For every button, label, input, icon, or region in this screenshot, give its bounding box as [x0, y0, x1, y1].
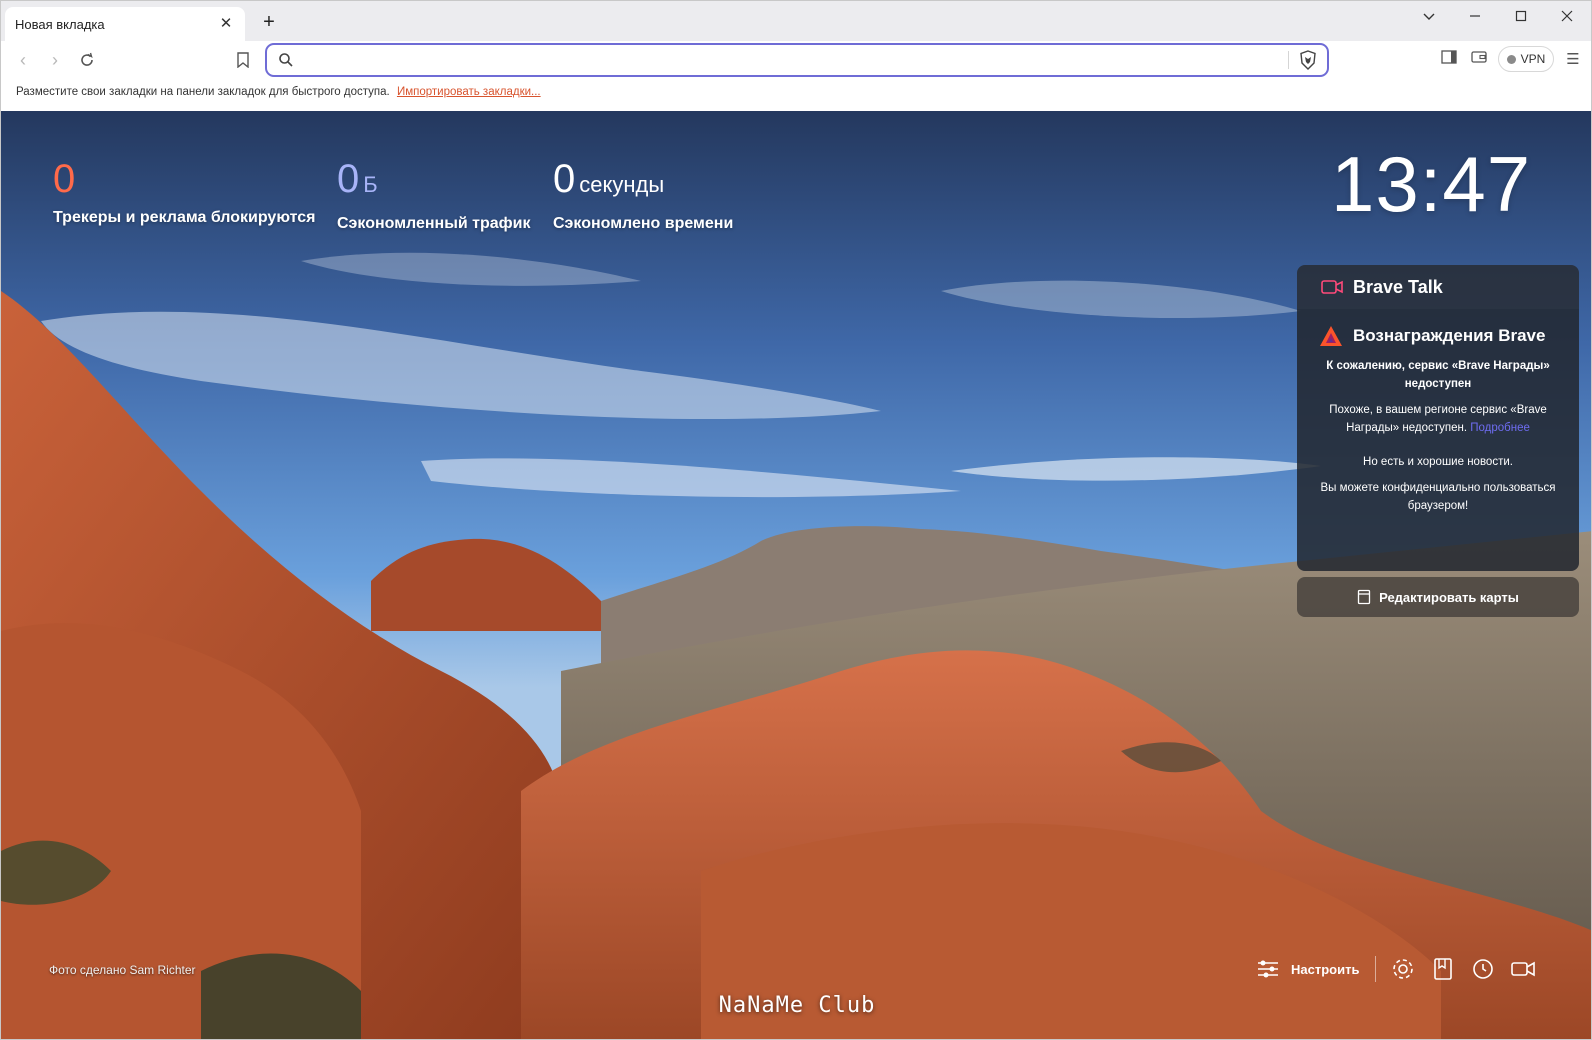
stat-trackers: 0 Трекеры и реклама блокируются — [53, 155, 315, 227]
browser-window: Новая вкладка ✕ + ‹ › VPN ☰ Разместите с… — [0, 0, 1592, 1040]
stat-bandwidth: 0Б Сэкономленный трафик — [337, 155, 531, 233]
address-input[interactable] — [303, 49, 1223, 71]
photo-credit[interactable]: Фото сделано Sam Richter — [49, 963, 196, 977]
main-menu-icon[interactable]: ☰ — [1561, 49, 1585, 71]
stat-bandwidth-value: 0 — [337, 157, 360, 201]
vpn-button[interactable]: VPN — [1498, 46, 1554, 72]
back-button[interactable]: ‹ — [9, 47, 37, 73]
background-photo — [1, 111, 1591, 1039]
stat-time: 0 секунды Сэкономлено времени — [553, 155, 733, 233]
watermark-logo: NaNaMe Club — [718, 993, 876, 1018]
stat-trackers-value: 0 — [53, 157, 76, 201]
brave-talk-video-icon[interactable] — [1510, 956, 1536, 982]
brave-rewards-card: Вознаграждения Brave К сожалению, сервис… — [1297, 309, 1579, 571]
rewards-private-text: Вы можете конфиденциально пользоваться б… — [1320, 482, 1556, 512]
rewards-header: Вознаграждения Brave — [1311, 325, 1565, 347]
bat-triangle-icon — [1320, 326, 1342, 346]
bookmarks-bar: Разместите свои закладки на панели закла… — [1, 79, 1591, 111]
customize-button[interactable]: Настроить — [1257, 956, 1377, 982]
bookmarks-hint: Разместите свои закладки на панели закла… — [16, 86, 390, 98]
rewards-title: Вознаграждения Brave — [1353, 326, 1546, 345]
edit-cards-button[interactable]: Редактировать карты — [1297, 577, 1579, 617]
tab-search-chevron-icon[interactable] — [1409, 5, 1449, 31]
forward-button[interactable]: › — [41, 47, 69, 73]
sliders-icon — [1258, 960, 1278, 978]
address-bar[interactable] — [265, 43, 1329, 77]
new-tab-button[interactable]: + — [257, 11, 281, 35]
tab-strip: Новая вкладка ✕ + — [1, 1, 1591, 41]
stat-trackers-label: Трекеры и реклама блокируются — [53, 209, 316, 226]
bookmarks-icon[interactable] — [1430, 956, 1456, 982]
bottom-controls: Настроить — [1257, 951, 1577, 987]
vpn-status-dot — [1506, 54, 1516, 64]
tab-title: Новая вкладка — [15, 16, 105, 32]
stat-time-unit: секунды — [579, 172, 665, 197]
rewards-region-text: Похоже, в вашем регионе сервис «Brave На… — [1311, 401, 1565, 437]
stat-bandwidth-unit: Б — [363, 172, 378, 197]
edit-cards-label: Редактировать карты — [1379, 589, 1519, 605]
clock: 13:47 — [1331, 140, 1532, 228]
wallet-icon[interactable] — [1467, 49, 1491, 71]
rewards-good-news-text: Но есть и хорошие новости. — [1363, 456, 1513, 468]
address-bar-divider — [1288, 51, 1289, 69]
close-tab-icon[interactable]: ✕ — [217, 15, 235, 33]
brave-shields-icon[interactable] — [1297, 49, 1319, 71]
sidebar-toggle-icon[interactable] — [1437, 49, 1461, 71]
customize-label: Настроить — [1291, 961, 1360, 977]
minimize-button[interactable] — [1455, 5, 1495, 31]
reload-button[interactable] — [73, 47, 101, 73]
import-bookmarks-link[interactable]: Импортировать закладки... — [397, 86, 541, 98]
stat-bandwidth-label: Сэкономленный трафик — [337, 215, 531, 232]
close-window-button[interactable] — [1547, 5, 1587, 31]
maximize-button[interactable] — [1501, 5, 1541, 31]
video-camera-icon — [1321, 280, 1343, 294]
history-icon[interactable] — [1470, 956, 1496, 982]
toolbar: ‹ › VPN ☰ — [1, 41, 1591, 79]
tab-new-tab[interactable]: Новая вкладка ✕ — [5, 7, 245, 41]
brave-talk-card[interactable]: Brave Talk — [1297, 265, 1579, 309]
bookmark-page-icon[interactable] — [229, 47, 257, 73]
settings-gear-icon[interactable] — [1390, 956, 1416, 982]
vpn-label: VPN — [1520, 52, 1546, 66]
rewards-unavailable-text: К сожалению, сервис «Brave Награды» недо… — [1326, 360, 1550, 390]
cards-icon — [1357, 589, 1371, 605]
search-icon — [279, 53, 293, 67]
stat-time-label: Сэкономлено времени — [553, 215, 734, 232]
rewards-learn-more-link[interactable]: Подробнее — [1470, 422, 1530, 434]
stat-time-value: 0 — [553, 157, 576, 201]
new-tab-page: 0 Трекеры и реклама блокируются 0Б Сэкон… — [1, 111, 1591, 1039]
brave-talk-title: Brave Talk — [1353, 276, 1443, 297]
